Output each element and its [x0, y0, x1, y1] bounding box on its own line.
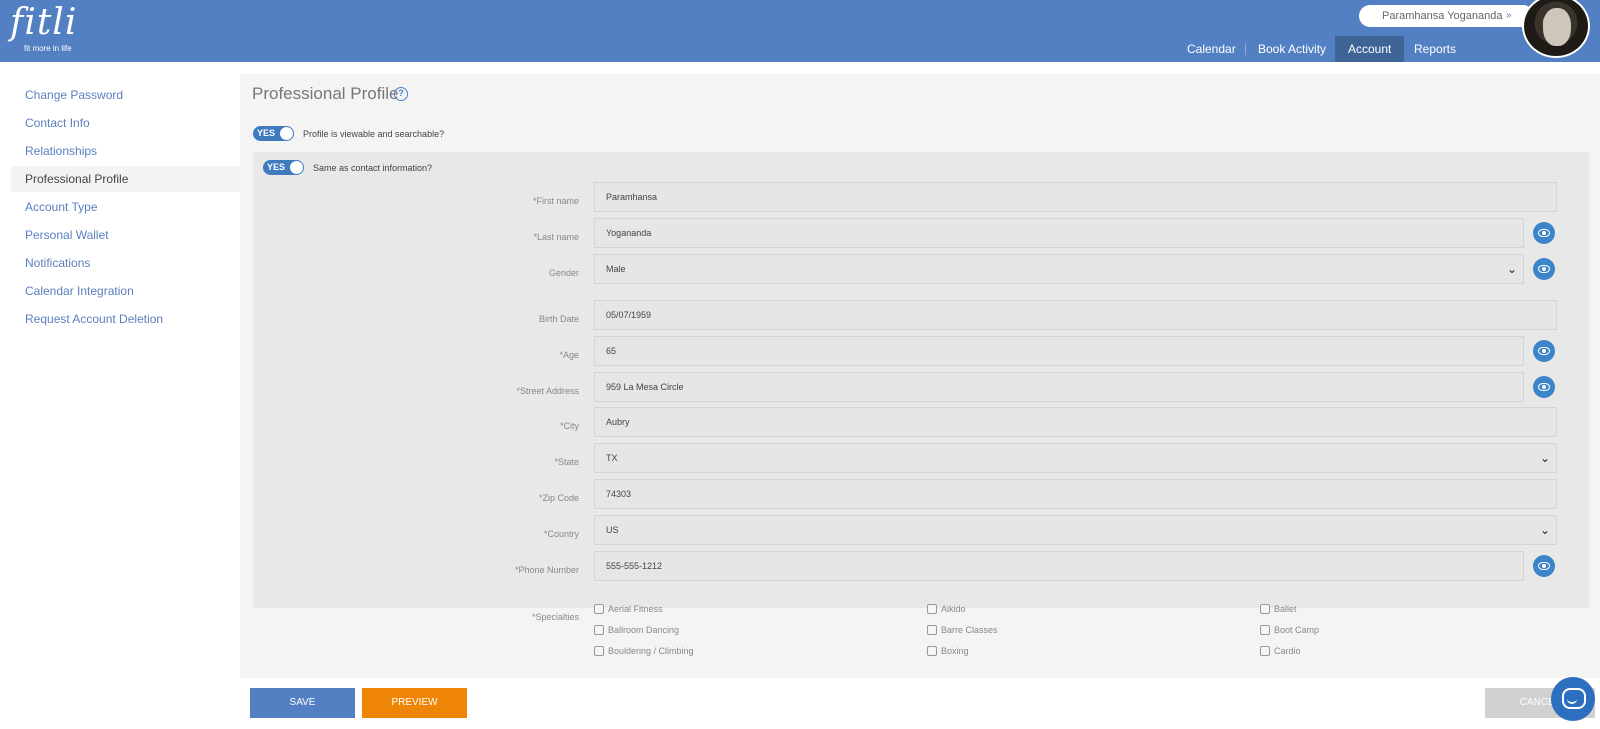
- gender-value: Male: [606, 264, 626, 274]
- chevron-down-icon: ⌄: [1539, 451, 1550, 465]
- chat-support-icon[interactable]: [1551, 677, 1595, 721]
- toggle-knob: [280, 127, 293, 140]
- checkbox[interactable]: [1260, 646, 1270, 656]
- visibility-eye-icon[interactable]: [1533, 340, 1555, 362]
- gender-label: Gender: [548, 268, 579, 278]
- sidebar-item-calendar-integration[interactable]: Calendar Integration: [11, 278, 240, 304]
- street-address-label: *Street Address: [516, 386, 579, 396]
- toggle-state: YES: [257, 128, 276, 138]
- specialty-checkbox[interactable]: Barre Classes: [927, 625, 998, 635]
- specialty-label: Boxing: [941, 646, 969, 656]
- main-content: Professional Profile ? YES Profile is vi…: [240, 74, 1600, 678]
- help-icon[interactable]: ?: [394, 87, 408, 101]
- country-label: *Country: [543, 529, 579, 539]
- birth-date-field[interactable]: 05/07/1959: [594, 300, 1557, 330]
- page-title: Professional Profile: [252, 84, 399, 103]
- top-header: fitli fit more in life Paramhansa Yogana…: [0, 0, 1600, 62]
- visibility-eye-icon[interactable]: [1533, 222, 1555, 244]
- zip-code-field[interactable]: 74303: [594, 479, 1557, 509]
- save-button[interactable]: SAVE: [250, 688, 355, 718]
- account-sidebar: Change Password Contact Info Relationshi…: [0, 62, 240, 729]
- checkbox[interactable]: [927, 646, 937, 656]
- country-select[interactable]: US ⌄: [594, 515, 1557, 545]
- country-value: US: [606, 525, 619, 535]
- chevron-down-icon: ⌄: [1539, 523, 1550, 537]
- phone-number-field[interactable]: 555-555-1212: [594, 551, 1524, 581]
- searchable-toggle[interactable]: YES: [253, 126, 294, 141]
- specialty-label: Cardio: [1274, 646, 1301, 656]
- sidebar-item-relationships[interactable]: Relationships: [11, 138, 240, 164]
- visibility-eye-icon[interactable]: [1533, 258, 1555, 280]
- city-label: *City: [559, 421, 579, 431]
- gender-select[interactable]: Male ⌄: [594, 254, 1524, 284]
- visibility-eye-icon[interactable]: [1533, 376, 1555, 398]
- checkbox[interactable]: [594, 604, 604, 614]
- same-as-contact-toggle[interactable]: YES: [263, 160, 304, 175]
- first-name-label: *First name: [532, 196, 579, 206]
- checkbox[interactable]: [594, 625, 604, 635]
- specialty-checkbox[interactable]: Boxing: [927, 646, 969, 656]
- specialties-label: *Specialties: [531, 612, 579, 622]
- sidebar-item-personal-wallet[interactable]: Personal Wallet: [11, 222, 240, 248]
- searchable-label: Profile is viewable and searchable?: [303, 129, 445, 139]
- nav-account[interactable]: Account: [1335, 36, 1405, 62]
- checkbox[interactable]: [1260, 604, 1270, 614]
- phone-number-label: *Phone Number: [514, 565, 579, 575]
- checkbox[interactable]: [927, 604, 937, 614]
- sidebar-item-change-password[interactable]: Change Password: [11, 82, 240, 108]
- chevron-down-icon: »: [1506, 10, 1512, 21]
- specialty-label: Bouldering / Climbing: [608, 646, 694, 656]
- last-name-label: *Last name: [533, 232, 579, 242]
- state-select[interactable]: TX ⌄: [594, 443, 1557, 473]
- checkbox[interactable]: [594, 646, 604, 656]
- specialty-checkbox[interactable]: Bouldering / Climbing: [594, 646, 694, 656]
- age-field[interactable]: 65: [594, 336, 1524, 366]
- main-nav: Calendar Book Activity Account Reports: [0, 36, 1600, 62]
- sidebar-item-request-account-deletion[interactable]: Request Account Deletion: [11, 306, 240, 332]
- state-value: TX: [606, 453, 618, 463]
- user-menu[interactable]: Paramhansa Yogananda »: [1359, 5, 1534, 27]
- sidebar-item-notifications[interactable]: Notifications: [11, 250, 240, 276]
- toggle-state: YES: [267, 162, 286, 172]
- nav-book-activity[interactable]: Book Activity: [1245, 36, 1339, 62]
- specialty-label: Ballroom Dancing: [608, 625, 680, 635]
- specialty-checkbox[interactable]: Cardio: [1260, 646, 1301, 656]
- street-address-field[interactable]: 959 La Mesa Circle: [594, 372, 1524, 402]
- specialty-label: Aikido: [941, 604, 966, 614]
- same-as-contact-label: Same as contact information?: [313, 163, 433, 173]
- specialty-checkbox[interactable]: Aikido: [927, 604, 966, 614]
- specialty-checkbox[interactable]: Ballet: [1260, 604, 1297, 614]
- checkbox[interactable]: [1260, 625, 1270, 635]
- first-name-field[interactable]: Paramhansa: [594, 182, 1557, 212]
- specialty-checkbox[interactable]: Aerial Fitness: [594, 604, 663, 614]
- chevron-down-icon: ⌄: [1506, 262, 1517, 276]
- checkbox[interactable]: [927, 625, 937, 635]
- user-name: Paramhansa Yogananda: [1382, 10, 1503, 22]
- sidebar-item-contact-info[interactable]: Contact Info: [11, 110, 240, 136]
- specialty-checkbox[interactable]: Boot Camp: [1260, 625, 1319, 635]
- specialty-label: Aerial Fitness: [608, 604, 663, 614]
- nav-reports[interactable]: Reports: [1401, 36, 1469, 62]
- specialty-label: Boot Camp: [1274, 625, 1320, 635]
- sidebar-item-account-type[interactable]: Account Type: [11, 194, 240, 220]
- birth-date-label: Birth Date: [538, 314, 579, 324]
- specialty-label: Ballet: [1274, 604, 1297, 614]
- age-label: *Age: [559, 350, 579, 360]
- last-name-field[interactable]: Yogananda: [594, 218, 1524, 248]
- specialty-checkbox[interactable]: Ballroom Dancing: [594, 625, 679, 635]
- city-field[interactable]: Aubry: [594, 407, 1557, 437]
- specialty-label: Barre Classes: [941, 625, 998, 635]
- sidebar-item-professional-profile[interactable]: Professional Profile: [11, 166, 240, 192]
- nav-calendar[interactable]: Calendar: [1174, 36, 1249, 62]
- preview-button[interactable]: PREVIEW: [362, 688, 467, 718]
- toggle-knob: [290, 161, 303, 174]
- visibility-eye-icon[interactable]: [1533, 555, 1555, 577]
- state-label: *State: [554, 457, 579, 467]
- profile-fields-panel: YES Same as contact information? *First …: [253, 152, 1589, 608]
- zip-code-label: *Zip Code: [538, 493, 579, 503]
